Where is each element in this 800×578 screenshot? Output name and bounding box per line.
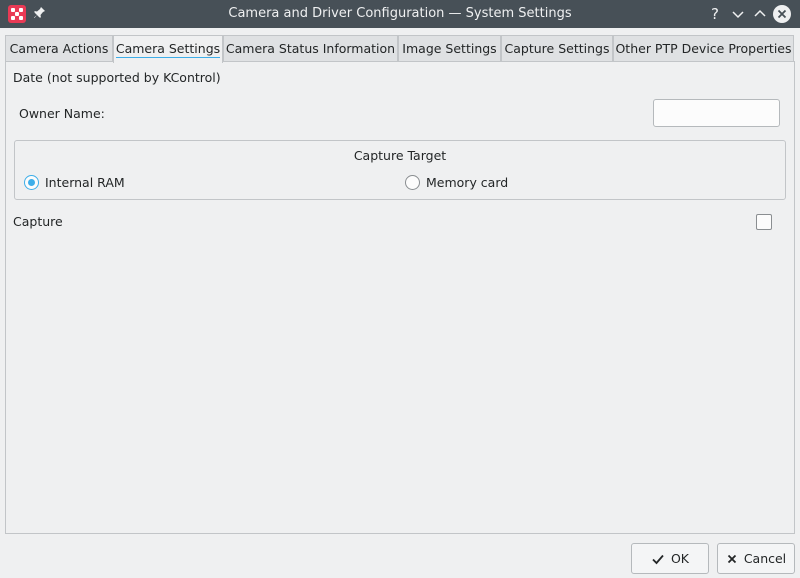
tab-camera-status-information[interactable]: Camera Status Information [223,35,398,62]
tab-camera-settings[interactable]: Camera Settings [113,35,223,63]
capture-label: Capture [13,214,63,229]
window-title: Camera and Driver Configuration — System… [228,6,572,21]
capture-checkbox[interactable] [756,214,772,230]
capture-target-title: Capture Target [353,148,447,163]
radio-button-selected[interactable] [24,175,39,190]
cancel-label: Cancel [743,551,787,566]
radio-button[interactable] [405,175,420,190]
radio-label: Internal RAM [45,175,125,190]
date-label: Date (not supported by KControl) [13,70,221,85]
owner-name-input[interactable] [653,99,780,127]
ok-label: OK [670,551,690,566]
tab-bar: Camera Actions Camera Settings Camera St… [5,35,795,63]
tab-panel [5,61,795,534]
capture-target-group: Capture Target Internal RAM Memory card [14,140,786,200]
radio-internal-ram[interactable]: Internal RAM [24,175,125,190]
help-button[interactable]: ? [706,5,724,23]
tab-camera-actions[interactable]: Camera Actions [5,35,113,62]
title-bar[interactable]: Camera and Driver Configuration — System… [0,0,800,28]
radio-label: Memory card [426,175,509,190]
minimize-button[interactable] [729,5,747,23]
close-icon [777,9,787,19]
cancel-icon [727,554,736,563]
tab-image-settings[interactable]: Image Settings [398,35,501,62]
ok-button[interactable]: OK [631,543,709,574]
close-button[interactable] [773,5,791,23]
maximize-button[interactable] [751,5,769,23]
tab-capture-settings[interactable]: Capture Settings [501,35,613,62]
owner-name-label: Owner Name: [19,106,105,121]
checkmark-icon [652,554,664,564]
radio-memory-card[interactable]: Memory card [405,175,508,190]
cancel-button[interactable]: Cancel [717,543,795,574]
help-icon: ? [711,5,719,23]
tab-other-ptp-device-properties[interactable]: Other PTP Device Properties [613,35,794,62]
